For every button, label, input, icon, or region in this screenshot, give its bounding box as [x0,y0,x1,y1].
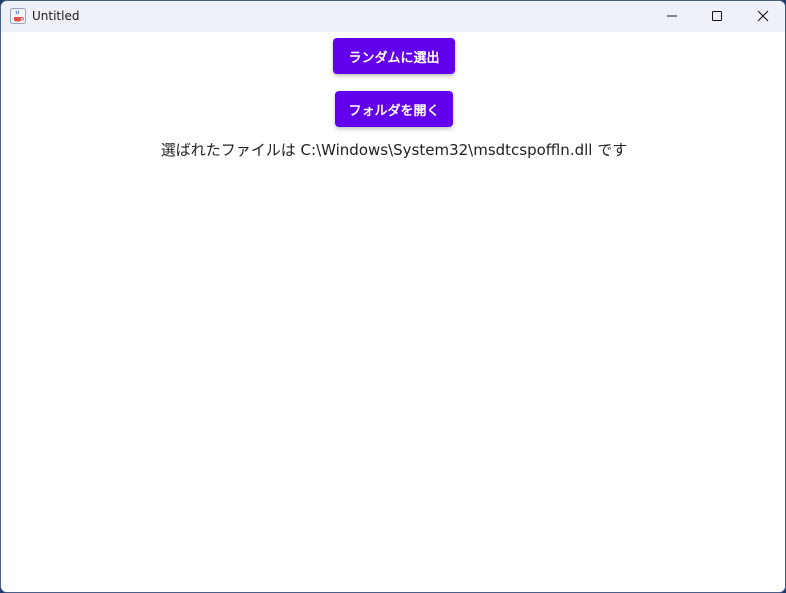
minimize-icon [666,7,678,26]
maximize-button[interactable] [694,1,740,32]
java-coffee-icon [10,8,26,24]
maximize-icon [711,7,723,26]
selected-file-label: 選ばれたファイルは C:\Windows\System32\msdtcspoff… [160,141,628,159]
main-content: ランダムに選出 フォルダを開く 選ばれたファイルは C:\Windows\Sys… [1,32,785,592]
close-icon [757,7,769,26]
random-select-button[interactable]: ランダムに選出 [333,38,455,74]
window-title: Untitled [32,9,80,23]
title-bar[interactable]: Untitled [1,1,785,32]
minimize-button[interactable] [649,1,695,32]
close-button[interactable] [740,1,785,32]
app-window: Untitled ランダムに選出 フォルダを開く 選ばれたファイルは C:\Wi… [0,0,786,593]
open-folder-button[interactable]: フォルダを開く [335,91,453,127]
